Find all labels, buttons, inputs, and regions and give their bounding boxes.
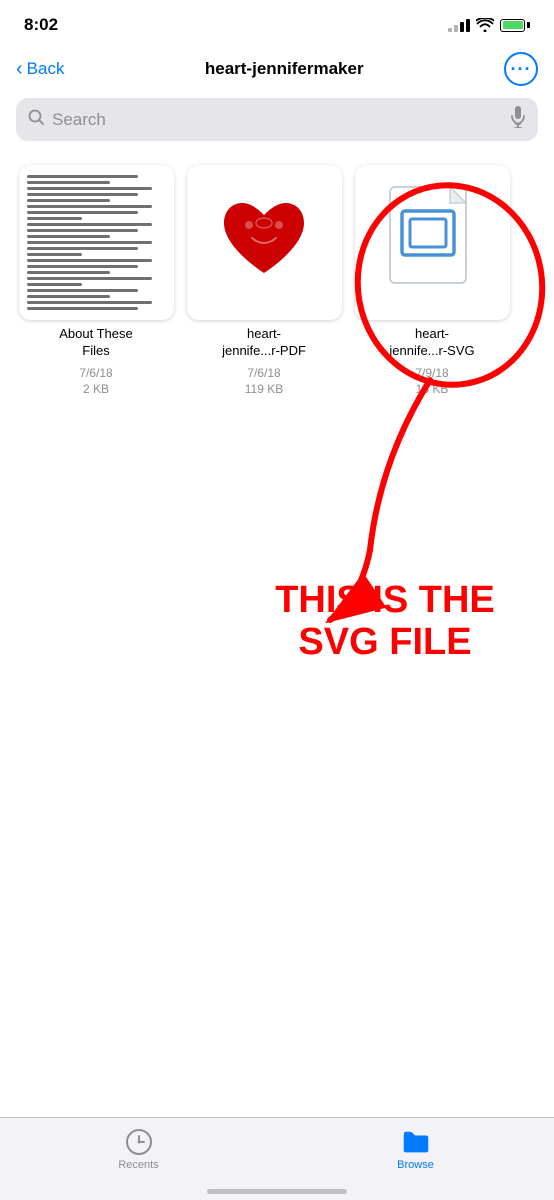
wifi-icon xyxy=(476,18,494,32)
file-size-about: 2 KB xyxy=(83,382,109,396)
status-icons xyxy=(448,18,530,32)
files-grid: About TheseFiles 7/6/18 2 KB heart-jenn xyxy=(0,153,554,396)
file-name-pdf: heart-jennife...r-PDF xyxy=(222,326,306,360)
file-date-svg: 7/9/18 xyxy=(415,366,448,380)
home-indicator xyxy=(207,1189,347,1194)
file-item-pdf[interactable]: heart-jennife...r-PDF 7/6/18 119 KB xyxy=(184,165,344,396)
file-size-svg: 15 KB xyxy=(416,382,449,396)
status-bar: 8:02 xyxy=(0,0,554,44)
battery-icon xyxy=(500,19,530,32)
tab-recents[interactable]: Recents xyxy=(0,1118,277,1180)
back-button[interactable]: ‹ Back xyxy=(16,59,64,79)
file-thumbnail-about xyxy=(19,165,174,320)
status-time: 8:02 xyxy=(24,15,58,35)
file-date-pdf: 7/6/18 xyxy=(247,366,280,380)
browse-icon xyxy=(402,1128,430,1156)
file-date-about: 7/6/18 xyxy=(79,366,112,380)
back-label: Back xyxy=(27,59,65,79)
search-bar[interactable]: Search xyxy=(16,98,538,141)
more-icon: ··· xyxy=(510,59,531,80)
tab-browse[interactable]: Browse xyxy=(277,1118,554,1180)
recents-label: Recents xyxy=(118,1159,158,1171)
file-item-about[interactable]: About TheseFiles 7/6/18 2 KB xyxy=(16,165,176,396)
file-size-pdf: 119 KB xyxy=(245,382,283,396)
recents-icon xyxy=(125,1128,153,1156)
search-bar-container: Search xyxy=(0,98,554,153)
tab-bar: Recents Browse xyxy=(0,1117,554,1200)
svg-annotation-label: THIS IS THESVG FILE xyxy=(260,580,510,664)
chevron-left-icon: ‹ xyxy=(16,59,23,79)
signal-icon xyxy=(448,19,470,32)
more-button[interactable]: ··· xyxy=(504,52,538,86)
file-name-svg: heart-jennife...r-SVG xyxy=(389,326,474,360)
nav-bar: ‹ Back heart-jennifermaker ··· xyxy=(0,44,554,98)
search-placeholder: Search xyxy=(52,110,502,130)
file-thumbnail-svg xyxy=(355,165,510,320)
file-name-about: About TheseFiles xyxy=(59,326,132,360)
file-item-svg[interactable]: heart-jennife...r-SVG 7/9/18 15 KB xyxy=(352,165,512,396)
page-title: heart-jennifermaker xyxy=(205,59,364,79)
microphone-icon xyxy=(510,106,526,133)
search-icon xyxy=(28,109,44,130)
file-thumbnail-pdf xyxy=(187,165,342,320)
browse-label: Browse xyxy=(397,1159,434,1171)
empty-space xyxy=(0,396,554,716)
